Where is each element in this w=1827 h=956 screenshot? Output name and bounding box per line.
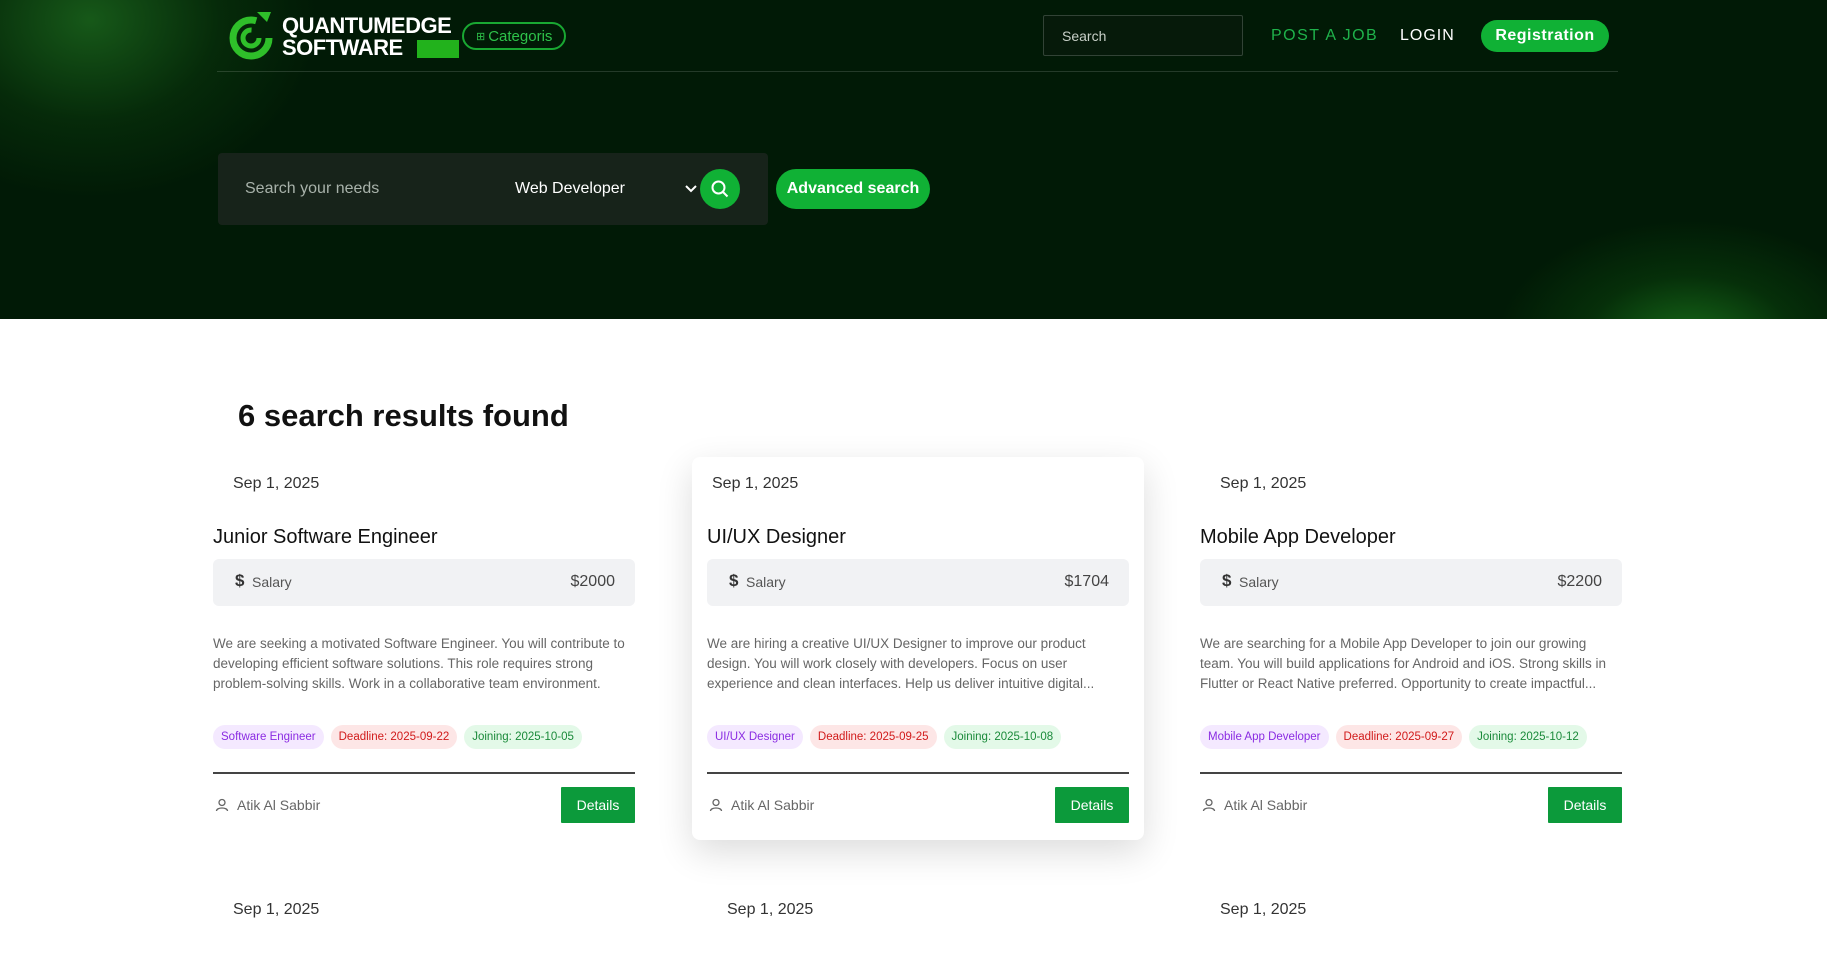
salary-box: $ Salary $1704	[707, 559, 1129, 606]
user-icon	[1202, 798, 1216, 812]
joining-tag: Joining: 2025-10-12	[1469, 725, 1587, 749]
needs-search-input[interactable]	[245, 175, 475, 203]
hero-section: QUANTUMEDGE SOFTWARE ⊞ Categoris POST A …	[0, 0, 1827, 319]
salary-value: $2000	[570, 573, 616, 590]
logo[interactable]: QUANTUMEDGE SOFTWARE	[227, 8, 459, 64]
job-date: Sep 1, 2025	[233, 901, 320, 918]
hero-glow-bottom-right	[1480, 210, 1827, 319]
post-job-link[interactable]: POST A JOB	[1271, 27, 1378, 45]
job-author: Atik Al Sabbir	[215, 797, 320, 813]
salary-value: $2200	[1557, 573, 1603, 590]
job-tags: Mobile App Developer Deadline: 2025-09-2…	[1200, 725, 1587, 749]
salary-label: Salary	[1239, 574, 1279, 590]
login-link[interactable]: LOGIN	[1400, 27, 1455, 45]
chevron-down-icon	[685, 182, 697, 196]
salary-box: $ Salary $2000	[213, 559, 635, 606]
role-select[interactable]: Web Developer	[515, 175, 697, 203]
job-card: Sep 1, 2025 Mobile App Developer $ Salar…	[1200, 457, 1652, 840]
job-description: We are searching for a Mobile App Develo…	[1200, 636, 1606, 691]
job-search-panel: Web Developer	[218, 153, 768, 225]
nav-search-input[interactable]	[1043, 15, 1243, 56]
job-date: Sep 1, 2025	[1220, 901, 1307, 918]
job-date: Sep 1, 2025	[1220, 475, 1307, 492]
author-name: Atik Al Sabbir	[237, 797, 321, 813]
spiral-logo-icon	[229, 12, 273, 60]
job-card: Sep 1, 2025 UI/UX Designer $ Salary $170…	[692, 457, 1144, 840]
dollar-icon: $	[235, 571, 245, 590]
card-divider	[1200, 772, 1622, 774]
card-divider	[707, 772, 1129, 774]
job-description: We are seeking a motivated Software Engi…	[213, 636, 625, 691]
advanced-search-button[interactable]: Advanced search	[776, 169, 930, 209]
grid-icon: ⊞	[476, 30, 486, 43]
author-name: Atik Al Sabbir	[1224, 797, 1308, 813]
logo-bar	[417, 40, 459, 58]
job-date: Sep 1, 2025	[233, 475, 320, 492]
job-author: Atik Al Sabbir	[1202, 797, 1307, 813]
dollar-icon: $	[1222, 571, 1232, 590]
registration-button[interactable]: Registration	[1481, 20, 1609, 52]
job-title[interactable]: Junior Software Engineer	[213, 526, 438, 549]
dollar-icon: $	[729, 571, 739, 590]
job-description: We are hiring a creative UI/UX Designer …	[707, 636, 1095, 691]
deadline-tag: Deadline: 2025-09-27	[1335, 725, 1463, 749]
results-heading: 6 search results found	[238, 398, 569, 433]
joining-tag: Joining: 2025-10-08	[943, 725, 1062, 749]
search-icon	[711, 180, 729, 198]
role-tag: UI/UX Designer	[707, 725, 803, 749]
job-date: Sep 1, 2025	[712, 475, 799, 492]
salary-label: Salary	[252, 574, 292, 590]
job-tags: UI/UX Designer Deadline: 2025-09-25 Join…	[707, 725, 1062, 749]
role-tag: Software Engineer	[213, 725, 324, 749]
job-card: Sep 1, 2025 Junior Software Engineer $ S…	[213, 457, 665, 840]
details-button[interactable]: Details	[561, 787, 635, 823]
categories-label: Categoris	[488, 27, 553, 45]
joining-tag: Joining: 2025-10-05	[464, 725, 582, 749]
logo-text-line2: SOFTWARE	[282, 35, 403, 60]
details-button[interactable]: Details	[1055, 787, 1129, 823]
job-title[interactable]: UI/UX Designer	[707, 526, 846, 549]
salary-label: Salary	[746, 574, 786, 590]
job-tags: Software Engineer Deadline: 2025-09-22 J…	[213, 725, 582, 749]
deadline-tag: Deadline: 2025-09-25	[809, 725, 937, 749]
card-divider	[213, 772, 635, 774]
role-tag: Mobile App Developer	[1200, 725, 1329, 749]
job-author: Atik Al Sabbir	[709, 797, 814, 813]
deadline-tag: Deadline: 2025-09-22	[330, 725, 458, 749]
job-date: Sep 1, 2025	[727, 901, 814, 918]
job-title[interactable]: Mobile App Developer	[1200, 526, 1396, 549]
user-icon	[215, 798, 229, 812]
role-select-value: Web Developer	[515, 180, 625, 197]
categories-button[interactable]: ⊞ Categoris	[462, 22, 567, 50]
navbar: QUANTUMEDGE SOFTWARE ⊞ Categoris POST A …	[217, 0, 1618, 72]
search-submit-button[interactable]	[700, 169, 740, 209]
salary-value: $1704	[1064, 573, 1110, 590]
author-name: Atik Al Sabbir	[731, 797, 815, 813]
details-button[interactable]: Details	[1548, 787, 1622, 823]
user-icon	[709, 798, 723, 812]
salary-box: $ Salary $2200	[1200, 559, 1622, 606]
